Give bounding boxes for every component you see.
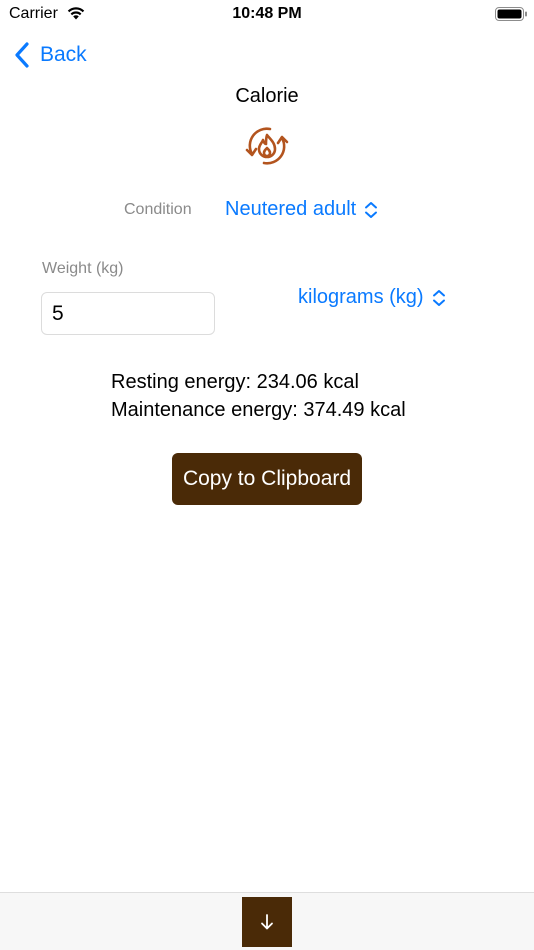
condition-selected-value: Neutered adult	[225, 198, 357, 220]
maintenance-energy-text: Maintenance energy: 374.49 kcal	[111, 399, 406, 421]
unit-select[interactable]: kilograms (kg)	[298, 286, 446, 309]
resting-energy-text: Resting energy: 234.06 kcal	[111, 371, 359, 393]
weight-input[interactable]	[41, 292, 215, 335]
condition-label: Condition	[124, 201, 192, 218]
back-button[interactable]: Back	[14, 40, 87, 70]
scroll-down-button[interactable]	[242, 897, 292, 947]
chevron-up-down-icon	[432, 289, 445, 306]
status-time: 10:48 PM	[232, 5, 302, 22]
flame-cycle-icon	[245, 127, 289, 165]
status-bar: Carrier 10:48 PM	[0, 0, 534, 28]
condition-select[interactable]: Neutered adult	[225, 198, 378, 221]
results-block: Resting energy: 234.06 kcal Maintenance …	[111, 368, 406, 424]
chevron-up-down-icon	[365, 201, 378, 218]
chevron-left-icon	[15, 42, 29, 68]
arrow-down-icon	[261, 914, 273, 930]
copy-to-clipboard-button[interactable]: Copy to Clipboard	[172, 453, 362, 505]
weight-label: Weight (kg)	[42, 260, 124, 277]
back-label: Back	[40, 43, 87, 66]
unit-selected-value: kilograms (kg)	[298, 286, 424, 308]
bottom-toolbar	[0, 892, 534, 950]
calorie-screen: Carrier 10:48 PM Back Calorie Condition …	[0, 0, 534, 950]
page-title: Calorie	[235, 85, 299, 107]
battery-icon	[495, 7, 527, 21]
